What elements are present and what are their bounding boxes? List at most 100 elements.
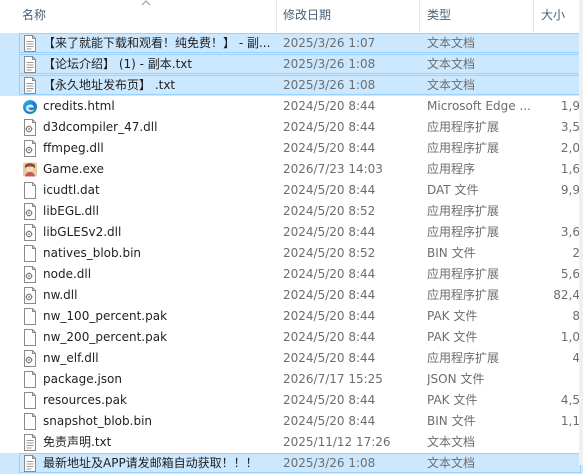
file-row[interactable]: 【永久地址发布页】 .txt 2025/3/26 1:08 文本文档 [0,75,583,96]
file-row[interactable]: nw_100_percent.pak 2024/5/20 8:44 PAK 文件 8 [0,306,583,327]
file-type: BIN 文件 [427,414,476,428]
file-type: 文本文档 [427,57,476,71]
file-modified-date: 2024/5/20 8:44 [283,183,376,197]
file-row[interactable]: icudtl.dat 2024/5/20 8:44 DAT 文件 9,9 [0,180,583,201]
file-name: credits.html [43,99,115,113]
file-name: 免责声明.txt [43,435,112,449]
file-modified-date: 2024/5/20 8:52 [283,246,376,260]
file-type: PAK 文件 [427,309,478,323]
file-modified-date: 2024/5/20 8:44 [283,414,376,428]
file-size: 5,6 [560,267,580,281]
file-row[interactable]: nw_200_percent.pak 2024/5/20 8:44 PAK 文件 1,… [0,327,583,348]
file-row[interactable]: nw_elf.dll 2024/5/20 8:44 应用程序扩展 4 [0,348,583,369]
dll-file-icon [22,266,38,283]
file-name: libEGL.dll [43,204,99,218]
file-row[interactable]: package.json 2026/7/17 15:25 JSON 文件 [0,369,583,390]
file-size: 3,5 [560,120,580,134]
file-name: 【永久地址发布页】 .txt [43,78,176,92]
column-header-size[interactable]: 大小 [541,0,581,32]
column-header-bar: 名称 修改日期 类型 大小 [0,0,583,32]
file-modified-date: 2024/5/20 8:44 [283,330,376,344]
column-header-name[interactable]: 名称 [22,0,274,32]
file-modified-date: 2024/5/20 8:44 [283,288,376,302]
text-file-icon [22,455,38,472]
file-row[interactable]: libGLESv2.dll 2024/5/20 8:44 应用程序扩展 3,6 [0,222,583,243]
file-name: nw_elf.dll [43,351,99,365]
column-header-type[interactable]: 类型 [427,0,532,32]
column-divider[interactable] [419,0,420,32]
file-size [540,201,580,222]
file-row[interactable]: natives_blob.bin 2024/5/20 8:52 BIN 文件 2 [0,243,583,264]
text-file-icon [22,56,38,73]
dll-file-icon [22,140,38,157]
file-row[interactable]: credits.html 2024/5/20 8:44 Microsoft Edge… [0,96,583,117]
file-modified-date: 2025/11/12 17:26 [283,435,391,449]
file-row[interactable]: Game.exe 2026/7/23 14:03 应用程序 1,6 [0,159,583,180]
file-name: Game.exe [43,162,104,176]
file-type: DAT 文件 [427,183,479,197]
column-divider[interactable] [276,0,277,32]
column-divider[interactable] [533,0,534,32]
file-type: 应用程序扩展 [427,204,500,218]
file-size: 4 [572,351,580,365]
game-app-icon [22,161,38,178]
file-type: 文本文档 [427,78,476,92]
file-row[interactable]: 免责声明.txt 2025/11/12 17:26 文本文档 [0,432,583,453]
blank-file-icon [22,413,38,430]
file-name: 最新地址及APP请发邮箱自动获取！！！ [43,456,258,470]
file-row[interactable]: 【来了就能下载和观看！纯免费！】 - 副... 2025/3/26 1:07 文本文… [0,33,583,54]
dll-file-icon [22,350,38,367]
file-modified-date: 2024/5/20 8:52 [283,204,376,218]
file-name: snapshot_blob.bin [43,414,153,428]
file-row[interactable]: d3dcompiler_47.dll 2024/5/20 8:44 应用程序扩展 3,… [0,117,583,138]
file-row[interactable]: 【论坛介绍】 (1) - 副本.txt 2025/3/26 1:08 文本文档 [0,54,583,75]
file-modified-date: 2024/5/20 8:44 [283,309,376,323]
file-size: 2,0 [560,141,580,155]
file-size: 4,5 [560,393,580,407]
text-file-icon [22,77,38,94]
file-size: 82,4 [553,288,580,302]
file-row[interactable]: 最新地址及APP请发邮箱自动获取！！！ 2025/3/26 1:08 文本文档 [0,453,583,474]
file-size [540,453,580,474]
file-type: Microsoft Edge ... [427,99,531,113]
file-row[interactable]: libEGL.dll 2024/5/20 8:52 应用程序扩展 [0,201,583,222]
file-modified-date: 2026/7/23 14:03 [283,162,383,176]
blank-file-icon [22,308,38,325]
file-modified-date: 2024/5/20 8:44 [283,351,376,365]
file-modified-date: 2025/3/26 1:07 [283,36,376,50]
text-file-icon [22,35,38,52]
file-type: JSON 文件 [427,372,485,386]
file-name: 【论坛介绍】 (1) - 副本.txt [43,57,193,71]
blank-file-icon [22,245,38,262]
file-size [540,33,580,54]
file-row[interactable]: ffmpeg.dll 2024/5/20 8:44 应用程序扩展 2,0 [0,138,583,159]
file-name: d3dcompiler_47.dll [43,120,158,134]
file-modified-date: 2025/3/26 1:08 [283,456,376,470]
file-size: 2 [572,246,580,260]
file-row[interactable]: nw.dll 2024/5/20 8:44 应用程序扩展 82,4 [0,285,583,306]
file-size [540,432,580,453]
file-name: resources.pak [43,393,127,407]
file-type: PAK 文件 [427,330,478,344]
blank-file-icon [22,182,38,199]
file-size: 1,9 [560,99,580,113]
scrollbar-track[interactable] [579,0,583,465]
file-row[interactable]: snapshot_blob.bin 2024/5/20 8:44 BIN 文件 1,1 [0,411,583,432]
file-row[interactable]: resources.pak 2024/5/20 8:44 PAK 文件 4,5 [0,390,583,411]
column-header-date[interactable]: 修改日期 [283,0,419,32]
file-row[interactable]: node.dll 2024/5/20 8:44 应用程序扩展 5,6 [0,264,583,285]
edge-icon [22,98,38,115]
file-size: 9,9 [560,183,580,197]
file-type: 应用程序扩展 [427,288,500,302]
file-type: BIN 文件 [427,246,476,260]
file-name: package.json [43,372,123,386]
file-type: 应用程序扩展 [427,120,500,134]
file-size: 3,6 [560,225,580,239]
dll-file-icon [22,119,38,136]
blank-file-icon [22,329,38,346]
file-name: ffmpeg.dll [43,141,104,155]
file-type: 应用程序 [427,162,476,176]
file-modified-date: 2024/5/20 8:44 [283,120,376,134]
file-modified-date: 2024/5/20 8:44 [283,99,376,113]
file-size: 8 [572,309,580,323]
